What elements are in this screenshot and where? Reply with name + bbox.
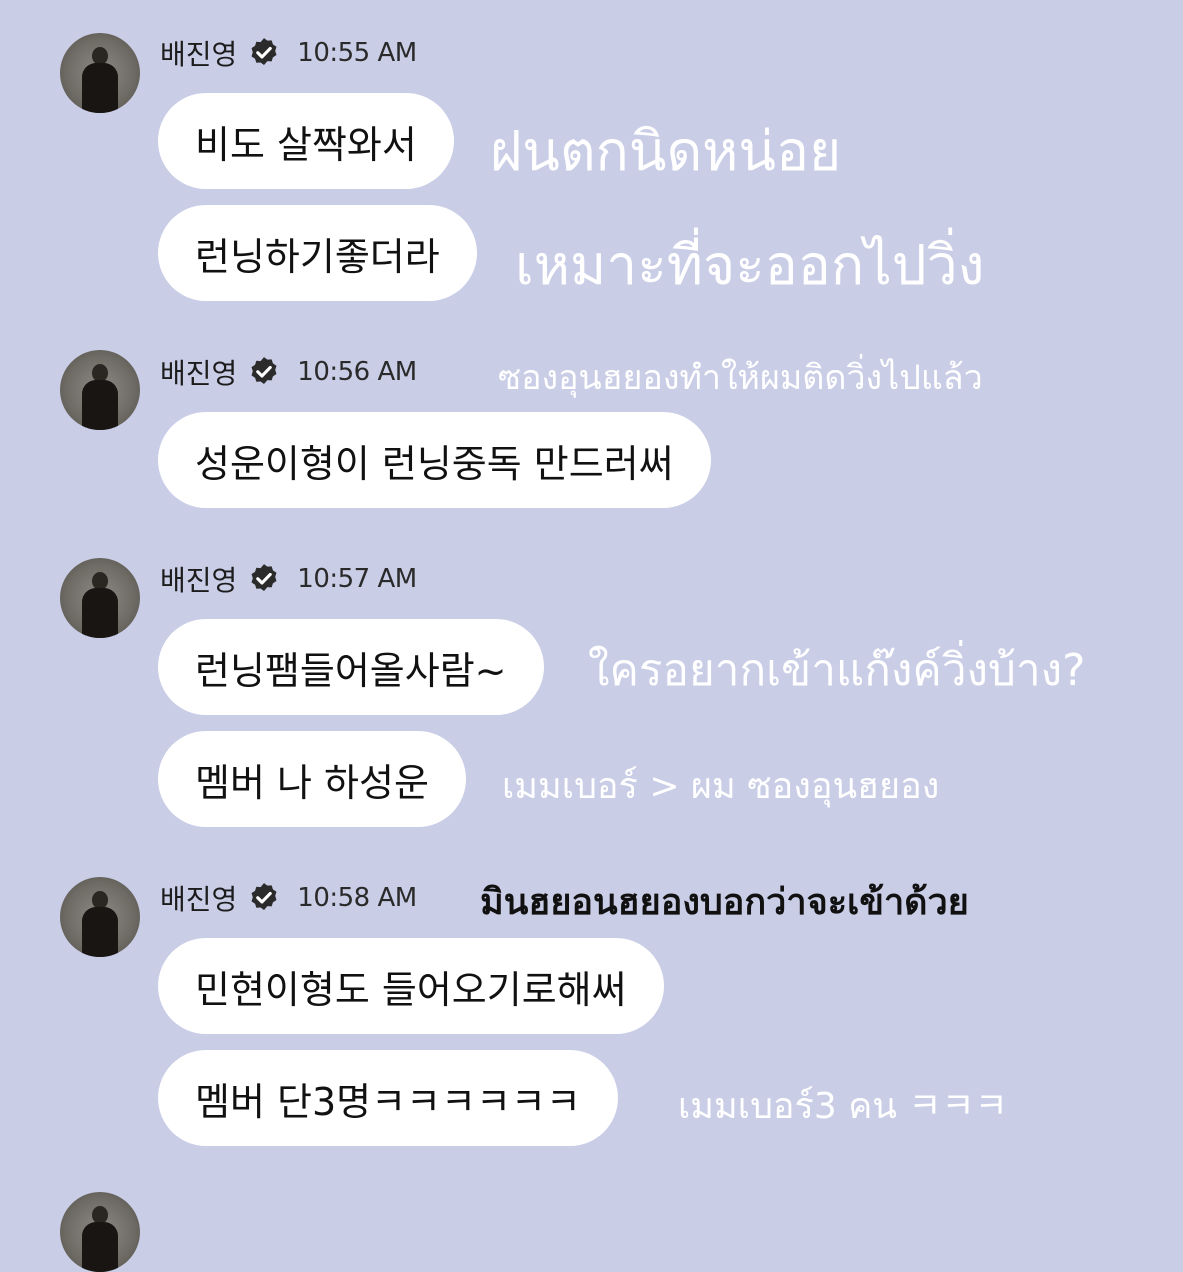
message-header: 배진영 10:58 AM <box>160 878 417 918</box>
message-bubble[interactable]: 민현이형도 들어오기로해써 <box>158 938 664 1034</box>
timestamp: 10:57 AM <box>297 564 417 594</box>
translation-caption: ซองอุนฮยองทำให้ผมติดวิ่งไปแล้ว <box>498 358 983 398</box>
verified-badge-icon <box>251 564 277 592</box>
sender-name[interactable]: 배진영 <box>160 352 237 392</box>
message-header: 배진영 10:55 AM <box>160 33 417 73</box>
sender-name[interactable]: 배진영 <box>160 33 237 73</box>
avatar[interactable] <box>60 33 140 113</box>
message-bubble[interactable]: 비도 살짝와서 <box>158 93 454 189</box>
verified-badge-icon <box>251 357 277 385</box>
avatar[interactable] <box>60 1192 140 1272</box>
message-bubble[interactable]: 멤버 나 하성운 <box>158 731 466 827</box>
message-bubble[interactable]: 성운이형이 런닝중독 만드러써 <box>158 412 711 508</box>
sender-name[interactable]: 배진영 <box>160 878 237 918</box>
timestamp: 10:55 AM <box>297 38 417 68</box>
message-bubble[interactable]: 런닝하기좋더라 <box>158 205 477 301</box>
translation-caption: เหมาะที่จะออกไปวิ่ง <box>515 233 985 297</box>
translation-caption: เมมเบอร์ > ผม ซองอุนฮยอง <box>502 766 940 807</box>
translation-caption: เมมเบอร์3 คน ㅋㅋㅋ <box>678 1086 1008 1127</box>
avatar[interactable] <box>60 558 140 638</box>
timestamp: 10:56 AM <box>297 357 417 387</box>
verified-badge-icon <box>251 883 277 911</box>
avatar[interactable] <box>60 877 140 957</box>
translation-caption: มินฮยอนฮยองบอกว่าจะเข้าด้วย <box>480 882 969 923</box>
avatar[interactable] <box>60 350 140 430</box>
verified-badge-icon <box>251 38 277 66</box>
message-header: 배진영 10:56 AM <box>160 352 417 392</box>
translation-caption: ฝนตกนิดหน่อย <box>490 119 842 183</box>
translation-caption: ใครอยากเข้าแก๊งค์วิ่งบ้าง? <box>588 645 1086 696</box>
message-bubble[interactable]: 런닝팸들어올사람~ <box>158 619 544 715</box>
message-header: 배진영 10:57 AM <box>160 559 417 599</box>
timestamp: 10:58 AM <box>297 883 417 913</box>
sender-name[interactable]: 배진영 <box>160 559 237 599</box>
message-bubble[interactable]: 멤버 단3명ㅋㅋㅋㅋㅋㅋ <box>158 1050 618 1146</box>
